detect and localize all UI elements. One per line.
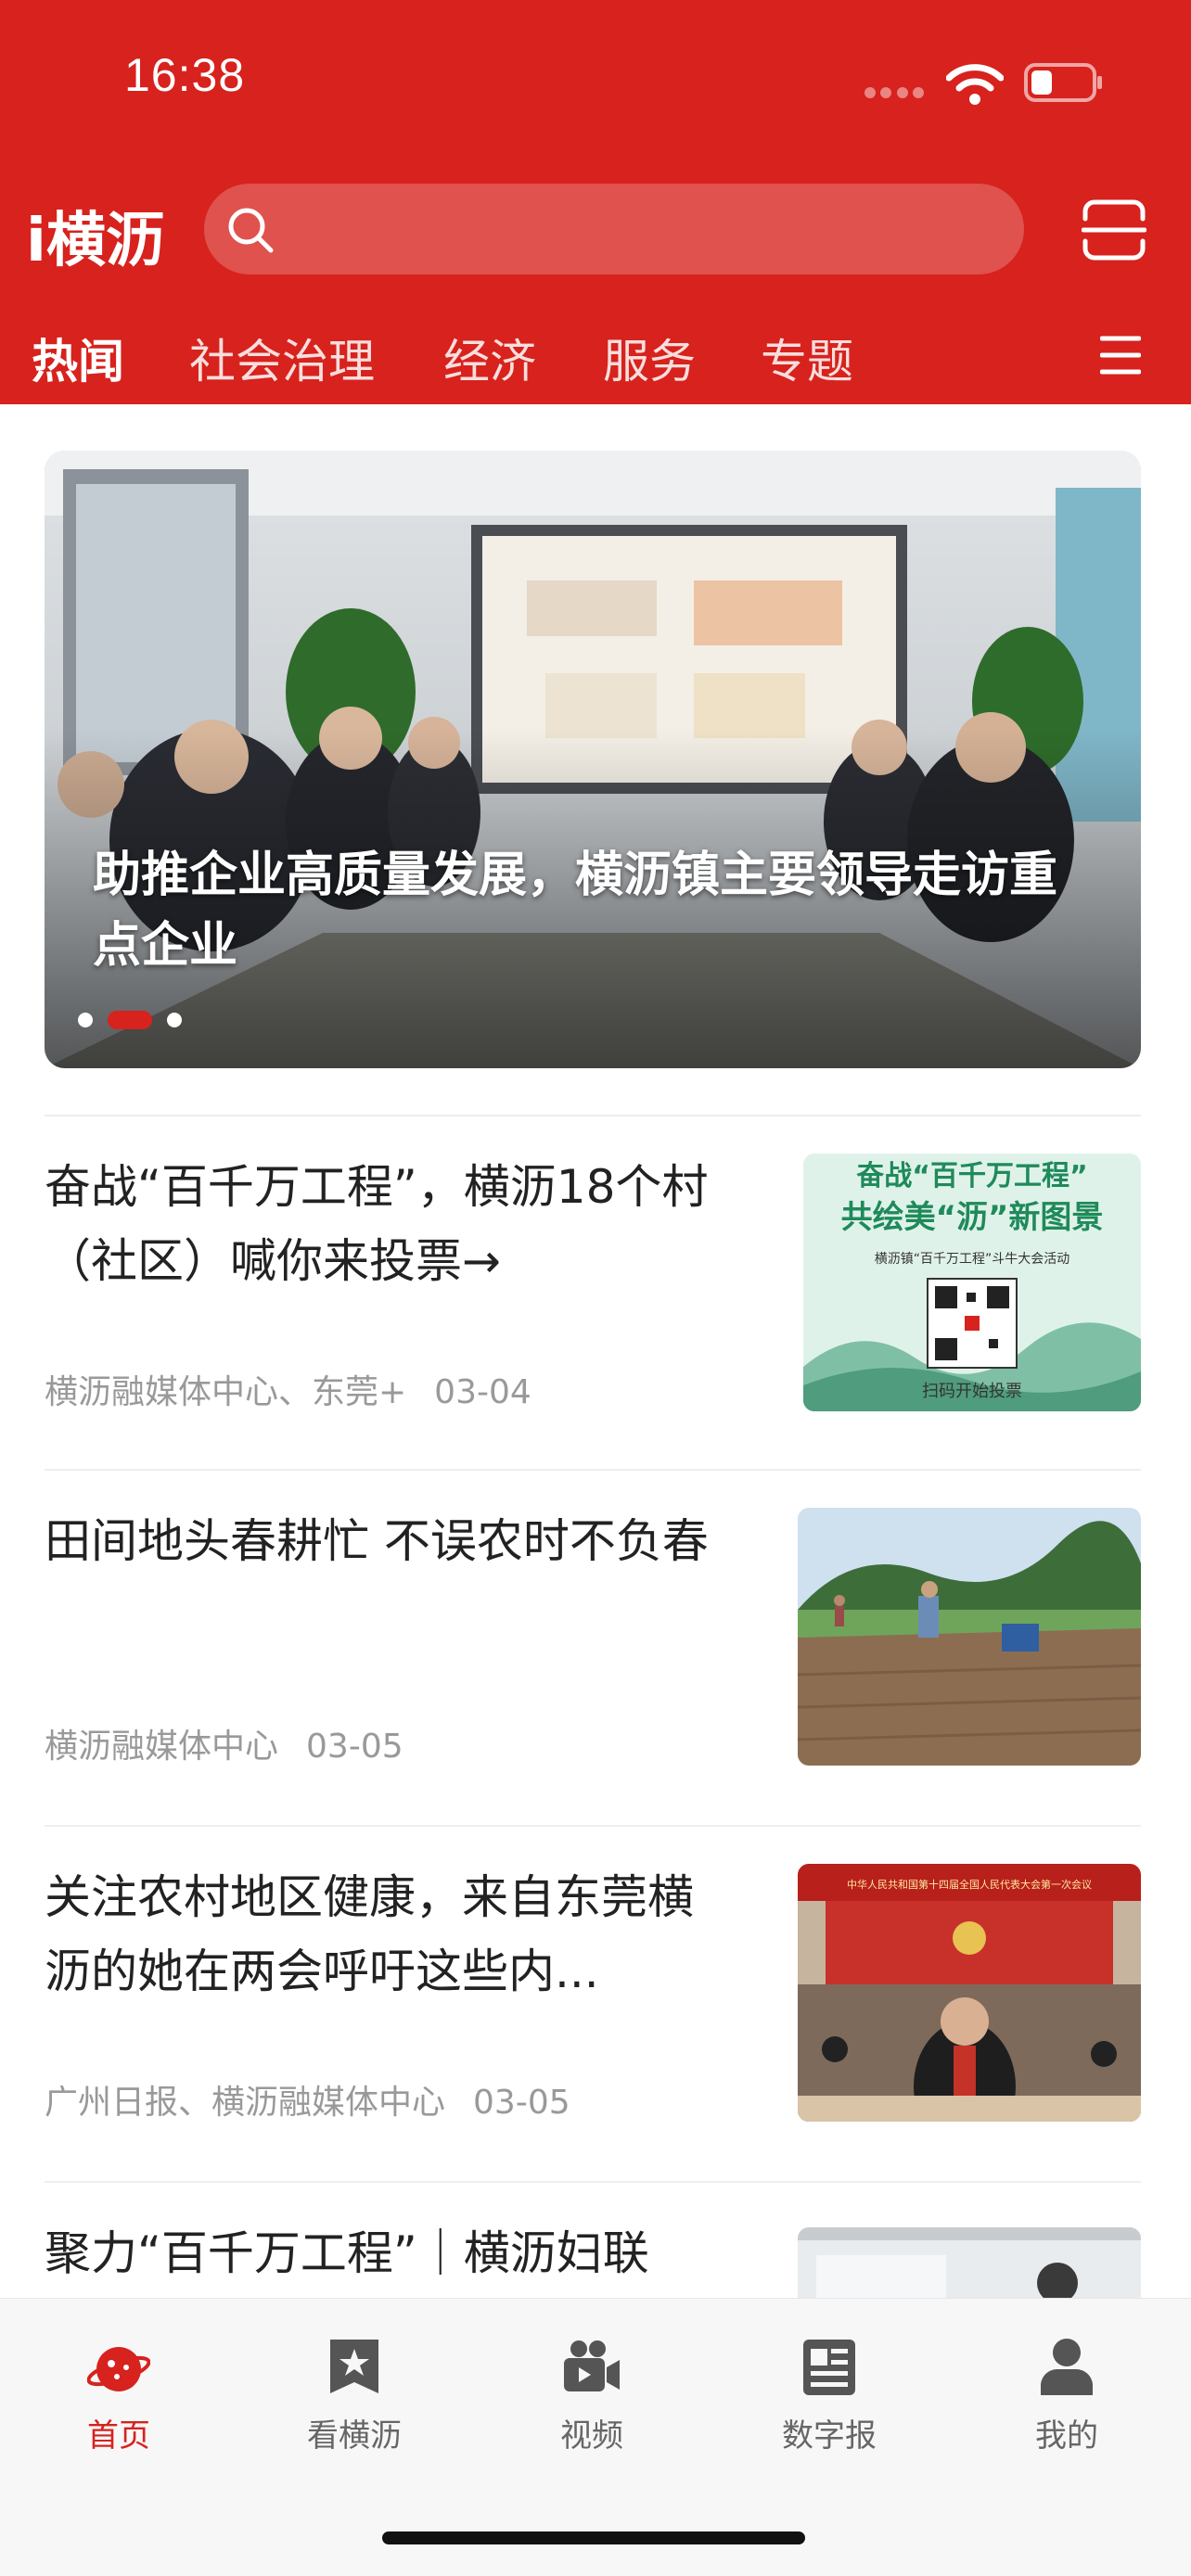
news-item[interactable]: 奋战“百千万工程”，横沥18个村（社区）喊你来投票→ 横沥融媒体中心、东莞+ 03… bbox=[45, 1116, 1141, 1471]
congress-hall-photo: 中华人民共和国第十四届全国人民代表大会第一次会议 bbox=[798, 1864, 1141, 2122]
news-title: 关注农村地区健康，来自东莞横沥的她在两会呼吁这些内... bbox=[45, 1870, 694, 1998]
news-meta: 横沥融媒体中心、东莞+ 03-04 bbox=[45, 1365, 531, 1413]
battery-icon bbox=[1024, 63, 1102, 102]
status-bar: 16:38 bbox=[0, 0, 1191, 167]
nav-discover-label: 看横沥 bbox=[307, 2417, 402, 2455]
news-title: 聚力“百千万工程”｜横沥妇联 bbox=[45, 2226, 649, 2280]
poster-line1: 奋战“百千万工程” bbox=[856, 1160, 1087, 1192]
banner-title: 助推企业高质量发展，横沥镇主要领导走访重点企业 bbox=[93, 848, 1058, 974]
home-planet-icon bbox=[87, 2347, 150, 2391]
news-title: 田间地头春耕忙 不误农时不负春 bbox=[45, 1514, 709, 1568]
category-tabs: 热闻 社会治理 经济 服务 专题 bbox=[0, 315, 1191, 399]
poster-line2: 共绘美“沥”新图景 bbox=[841, 1199, 1104, 1236]
workshop-photo bbox=[798, 2227, 1141, 2298]
voting-poster-image: 奋战“百千万工程” 共绘美“沥”新图景 横沥镇“百千万工程”斗牛大会活动 扫码开… bbox=[803, 1154, 1141, 1411]
video-camera-icon bbox=[564, 2340, 620, 2391]
news-item[interactable]: 聚力“百千万工程”｜横沥妇联 bbox=[45, 2183, 1141, 2298]
user-icon bbox=[1041, 2339, 1093, 2395]
news-item[interactable]: 田间地头春耕忙 不误农时不负春 横沥融媒体中心 03-05 bbox=[45, 1471, 1141, 1825]
tab-economy[interactable]: 经济 bbox=[443, 325, 536, 391]
featured-banner[interactable]: 助推企业高质量发展，横沥镇主要领导走访重点企业 bbox=[45, 451, 1141, 1068]
wifi-icon bbox=[946, 64, 1004, 105]
carousel-pager bbox=[78, 1011, 182, 1029]
menu-icon[interactable] bbox=[1100, 334, 1141, 376]
nav-digital-paper[interactable]: 数字报 bbox=[736, 2336, 922, 2466]
news-source: 广州日报、横沥融媒体中心 bbox=[45, 2084, 446, 2122]
news-date: 03-05 bbox=[306, 1728, 403, 1766]
nav-home-label: 首页 bbox=[87, 2417, 150, 2455]
news-item[interactable]: 关注农村地区健康，来自东莞横沥的她在两会呼吁这些内... 广州日报、横沥融媒体中… bbox=[45, 1827, 1141, 2181]
nav-digital-paper-label: 数字报 bbox=[782, 2417, 877, 2455]
pager-dot bbox=[167, 1013, 182, 1027]
news-source: 横沥融媒体中心 bbox=[45, 1728, 279, 1766]
pager-dot bbox=[78, 1013, 93, 1027]
tab-hot[interactable]: 热闻 bbox=[32, 325, 124, 391]
hall-banner-text: 中华人民共和国第十四届全国人民代表大会第一次会议 bbox=[847, 1878, 1092, 1891]
bookmark-star-icon bbox=[330, 2340, 378, 2393]
tab-social-governance[interactable]: 社会治理 bbox=[189, 325, 375, 391]
search-icon bbox=[228, 208, 274, 253]
news-thumbnail: 中华人民共和国第十四届全国人民代表大会第一次会议 bbox=[798, 1864, 1141, 2122]
app-header: 16:38 i横沥 热闻 社会治理 经济 服务 专题 bbox=[0, 0, 1191, 404]
pager-dot-active bbox=[108, 1011, 152, 1029]
search-input[interactable] bbox=[297, 202, 1002, 256]
news-meta: 广州日报、横沥融媒体中心 03-05 bbox=[45, 2075, 570, 2123]
news-source: 横沥融媒体中心、东莞+ bbox=[45, 1373, 407, 1411]
poster-line4: 扫码开始投票 bbox=[922, 1382, 1022, 1401]
app-logo[interactable]: i横沥 bbox=[26, 193, 165, 278]
nav-discover[interactable]: 看横沥 bbox=[262, 2336, 447, 2466]
news-meta: 横沥融媒体中心 03-05 bbox=[45, 1719, 403, 1767]
cellular-signal-icon bbox=[864, 87, 924, 98]
tab-services[interactable]: 服务 bbox=[603, 325, 696, 391]
nav-profile[interactable]: 我的 bbox=[974, 2336, 1159, 2466]
home-indicator[interactable] bbox=[382, 2531, 805, 2544]
news-title: 奋战“百千万工程”，横沥18个村（社区）喊你来投票→ bbox=[45, 1160, 709, 1288]
tab-topics[interactable]: 专题 bbox=[761, 325, 853, 391]
newspaper-icon bbox=[803, 2340, 855, 2395]
news-thumbnail: 奋战“百千万工程” 共绘美“沥”新图景 横沥镇“百千万工程”斗牛大会活动 扫码开… bbox=[803, 1154, 1141, 1411]
nav-home[interactable]: 首页 bbox=[26, 2336, 211, 2466]
status-time: 16:38 bbox=[124, 49, 246, 101]
news-date: 03-05 bbox=[473, 2084, 570, 2122]
news-thumbnail bbox=[798, 1508, 1141, 1766]
news-thumbnail bbox=[798, 2227, 1141, 2298]
nav-video[interactable]: 视频 bbox=[499, 2336, 685, 2466]
top-nav-row: i横沥 bbox=[0, 176, 1191, 287]
search-bar[interactable] bbox=[204, 184, 1024, 274]
scan-icon[interactable] bbox=[1082, 198, 1146, 261]
nav-video-label: 视频 bbox=[560, 2417, 623, 2455]
news-date: 03-04 bbox=[434, 1373, 531, 1411]
farm-field-photo bbox=[798, 1508, 1141, 1766]
nav-profile-label: 我的 bbox=[1035, 2417, 1098, 2455]
poster-line3: 横沥镇“百千万工程”斗牛大会活动 bbox=[875, 1252, 1070, 1267]
